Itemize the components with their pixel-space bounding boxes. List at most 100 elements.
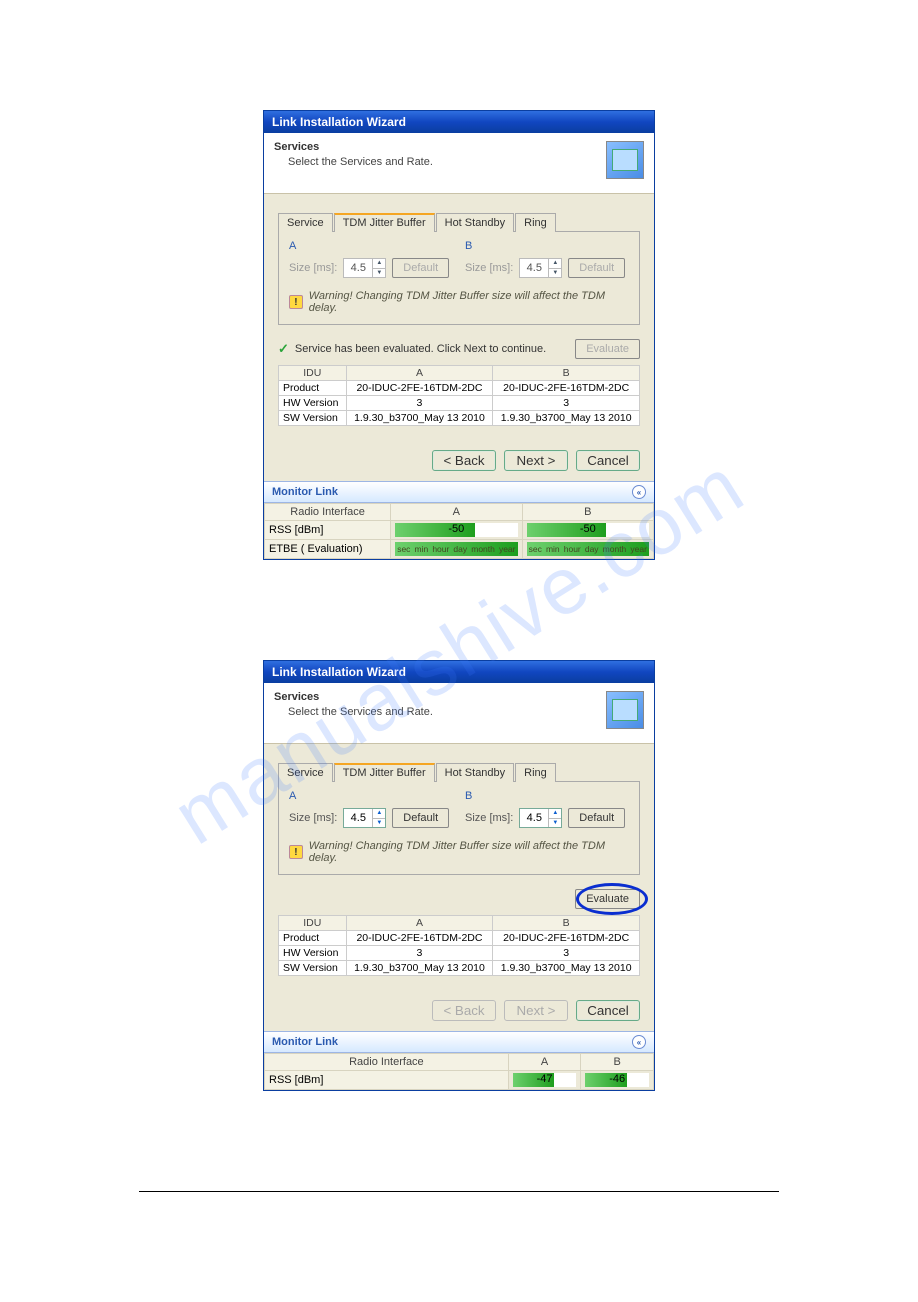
check-icon: ✓ bbox=[278, 341, 289, 357]
warning-text: Warning! Changing TDM Jitter Buffer size… bbox=[309, 290, 629, 314]
idu-col-b: B bbox=[493, 916, 640, 931]
tab-service[interactable]: Service bbox=[278, 763, 333, 782]
monitor-table: Radio InterfaceAB RSS [dBm] -50 -50 ETBE… bbox=[264, 503, 654, 559]
size-a-label: Size [ms]: bbox=[289, 812, 337, 824]
warning-icon: ! bbox=[289, 295, 303, 309]
idu-hw-b: 3 bbox=[493, 396, 640, 411]
window-title: Link Installation Wizard bbox=[264, 661, 654, 683]
back-button: < Back bbox=[432, 1000, 496, 1021]
idu-col-a: A bbox=[346, 366, 493, 381]
tab-ring[interactable]: Ring bbox=[515, 213, 556, 232]
header-title: Services bbox=[274, 691, 433, 703]
radio-interface-label: Radio Interface bbox=[265, 504, 391, 521]
rss-b-value: -46 bbox=[585, 1073, 649, 1085]
idu-sw-label: SW Version bbox=[279, 411, 347, 426]
collapse-icon[interactable]: « bbox=[632, 1035, 646, 1049]
group-a-label: A bbox=[289, 790, 453, 802]
idu-product-a: 20-IDUC-2FE-16TDM-2DC bbox=[346, 931, 493, 946]
rss-label: RSS [dBm] bbox=[265, 521, 391, 540]
rss-label: RSS [dBm] bbox=[265, 1071, 509, 1090]
warning-row: ! Warning! Changing TDM Jitter Buffer si… bbox=[289, 290, 629, 314]
spinner-down-icon: ▼ bbox=[549, 269, 561, 278]
idu-table: IDUAB Product20-IDUC-2FE-16TDM-2DC20-IDU… bbox=[278, 915, 640, 976]
mon-col-b: B bbox=[581, 1054, 654, 1071]
tab-service[interactable]: Service bbox=[278, 213, 333, 232]
tab-tdm-jitter-buffer[interactable]: TDM Jitter Buffer bbox=[334, 213, 435, 232]
idu-col-header: IDU bbox=[279, 916, 347, 931]
rss-a-value: -47 bbox=[513, 1073, 577, 1085]
size-b-label: Size [ms]: bbox=[465, 262, 513, 274]
monitor-link-header[interactable]: Monitor Link « bbox=[264, 481, 654, 503]
collapse-icon[interactable]: « bbox=[632, 485, 646, 499]
spinner-up-icon[interactable]: ▲ bbox=[373, 809, 385, 819]
idu-product-b: 20-IDUC-2FE-16TDM-2DC bbox=[493, 931, 640, 946]
warning-icon: ! bbox=[289, 845, 303, 859]
spinner-down-icon: ▼ bbox=[373, 269, 385, 278]
idu-sw-a: 1.9.30_b3700_May 13 2010 bbox=[346, 961, 493, 976]
idu-product-label: Product bbox=[279, 931, 347, 946]
size-b-spinner: ▲▼ bbox=[519, 258, 562, 278]
highlight-circle-icon bbox=[576, 883, 648, 915]
spinner-up-icon[interactable]: ▲ bbox=[549, 809, 561, 819]
idu-hw-label: HW Version bbox=[279, 396, 347, 411]
default-a-button: Default bbox=[392, 258, 449, 278]
spinner-down-icon[interactable]: ▼ bbox=[549, 819, 561, 828]
etbe-a-bar: secminhourdaymonthyear bbox=[395, 542, 517, 556]
tab-strip: Service TDM Jitter Buffer Hot Standby Ri… bbox=[278, 762, 640, 782]
warning-text: Warning! Changing TDM Jitter Buffer size… bbox=[309, 840, 629, 864]
default-a-button[interactable]: Default bbox=[392, 808, 449, 828]
size-a-spinner[interactable]: ▲▼ bbox=[343, 808, 386, 828]
rss-a-value: -50 bbox=[395, 523, 517, 535]
rss-b-value: -50 bbox=[527, 523, 649, 535]
idu-col-a: A bbox=[346, 916, 493, 931]
group-b-label: B bbox=[465, 790, 629, 802]
next-button[interactable]: Next > bbox=[504, 450, 568, 471]
group-a-label: A bbox=[289, 240, 453, 252]
idu-product-b: 20-IDUC-2FE-16TDM-2DC bbox=[493, 381, 640, 396]
tab-tdm-jitter-buffer[interactable]: TDM Jitter Buffer bbox=[334, 763, 435, 782]
size-a-input[interactable] bbox=[344, 809, 372, 827]
etbe-b-bar: secminhourdaymonthyear bbox=[527, 542, 649, 556]
warning-row: ! Warning! Changing TDM Jitter Buffer si… bbox=[289, 840, 629, 864]
idu-sw-label: SW Version bbox=[279, 961, 347, 976]
idu-hw-label: HW Version bbox=[279, 946, 347, 961]
wizard-header: Services Select the Services and Rate. bbox=[264, 683, 654, 744]
idu-col-b: B bbox=[493, 366, 640, 381]
size-a-spinner: ▲▼ bbox=[343, 258, 386, 278]
eval-message: Service has been evaluated. Click Next t… bbox=[295, 343, 546, 355]
back-button[interactable]: < Back bbox=[432, 450, 496, 471]
header-icon bbox=[606, 691, 644, 729]
radio-interface-label: Radio Interface bbox=[265, 1054, 509, 1071]
header-subtitle: Select the Services and Rate. bbox=[288, 706, 433, 718]
tab-ring[interactable]: Ring bbox=[515, 763, 556, 782]
monitor-link-label: Monitor Link bbox=[272, 486, 338, 498]
tab-hot-standby[interactable]: Hot Standby bbox=[436, 213, 515, 232]
wizard-window-2: Link Installation Wizard Services Select… bbox=[263, 660, 655, 1091]
idu-sw-a: 1.9.30_b3700_May 13 2010 bbox=[346, 411, 493, 426]
size-b-spinner[interactable]: ▲▼ bbox=[519, 808, 562, 828]
tab-hot-standby[interactable]: Hot Standby bbox=[436, 763, 515, 782]
default-b-button[interactable]: Default bbox=[568, 808, 625, 828]
idu-hw-b: 3 bbox=[493, 946, 640, 961]
idu-product-a: 20-IDUC-2FE-16TDM-2DC bbox=[346, 381, 493, 396]
cancel-button[interactable]: Cancel bbox=[576, 450, 640, 471]
idu-product-label: Product bbox=[279, 381, 347, 396]
mon-col-b: B bbox=[522, 504, 653, 521]
mon-col-a: A bbox=[508, 1054, 581, 1071]
size-b-label: Size [ms]: bbox=[465, 812, 513, 824]
header-icon bbox=[606, 141, 644, 179]
idu-hw-a: 3 bbox=[346, 946, 493, 961]
header-title: Services bbox=[274, 141, 433, 153]
wizard-header: Services Select the Services and Rate. bbox=[264, 133, 654, 194]
idu-hw-a: 3 bbox=[346, 396, 493, 411]
cancel-button[interactable]: Cancel bbox=[576, 1000, 640, 1021]
size-a-label: Size [ms]: bbox=[289, 262, 337, 274]
header-subtitle: Select the Services and Rate. bbox=[288, 156, 433, 168]
spinner-down-icon[interactable]: ▼ bbox=[373, 819, 385, 828]
size-b-input[interactable] bbox=[520, 809, 548, 827]
spinner-up-icon: ▲ bbox=[549, 259, 561, 269]
monitor-link-header[interactable]: Monitor Link « bbox=[264, 1031, 654, 1053]
mon-col-a: A bbox=[391, 504, 522, 521]
idu-sw-b: 1.9.30_b3700_May 13 2010 bbox=[493, 411, 640, 426]
evaluate-button: Evaluate bbox=[575, 339, 640, 359]
